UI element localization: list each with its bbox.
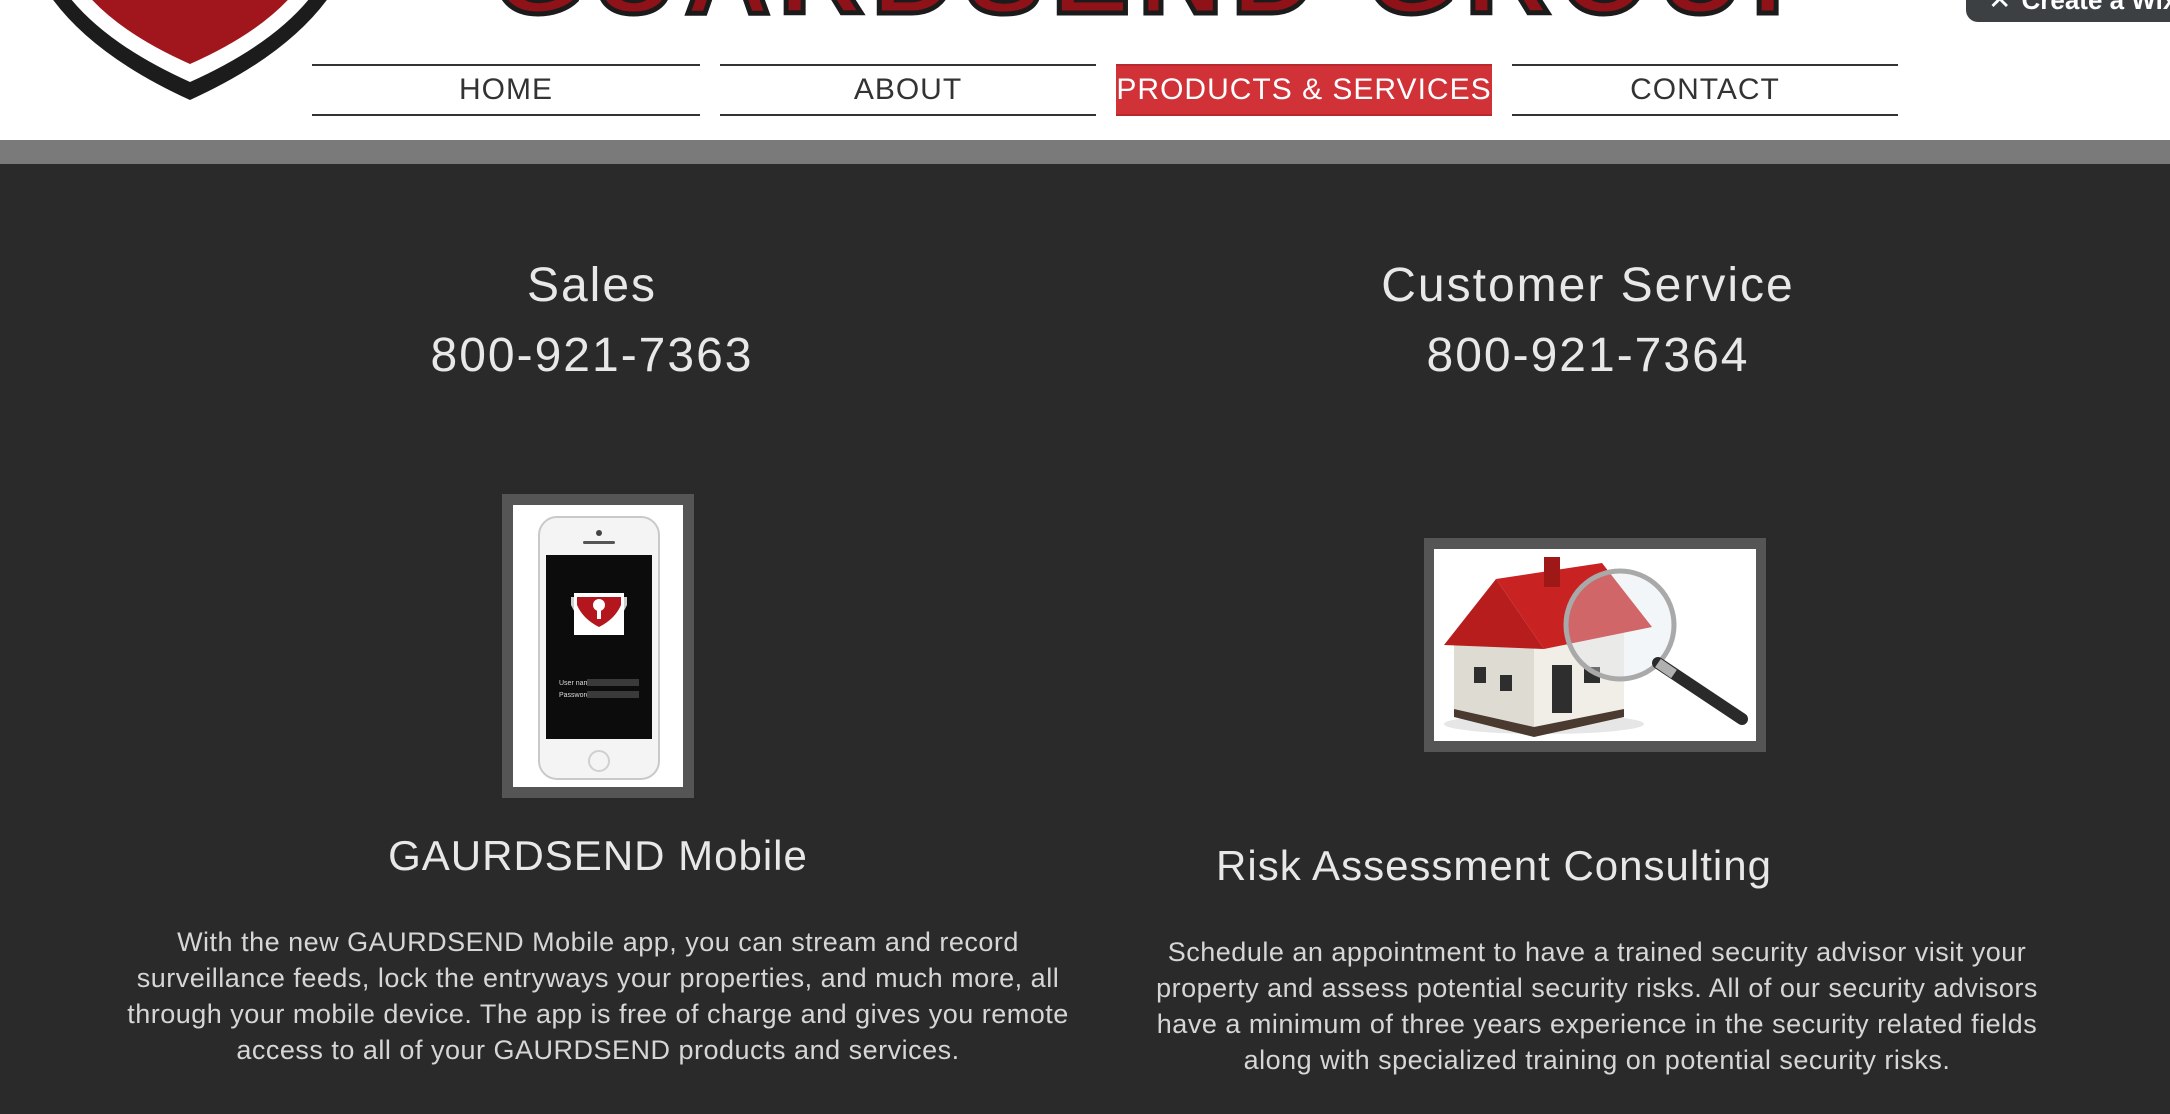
password-label: Password: [559, 692, 590, 699]
nav-about-label: ABOUT: [853, 73, 963, 106]
customer-service-phone[interactable]: 800-921-7364: [1288, 328, 1888, 383]
nav-home-label: HOME: [459, 73, 553, 106]
sales-title: Sales: [526, 259, 658, 312]
brand-name[interactable]: GUARDSEND GROUP: [492, 0, 1972, 20]
nav-contact-label: CONTACT: [1630, 73, 1780, 106]
shield-logo-icon[interactable]: [20, 0, 360, 100]
product-risk-title: Risk Assessment Consulting: [1216, 842, 1772, 889]
nav-about[interactable]: ABOUT: [720, 64, 1096, 116]
nav-contact[interactable]: CONTACT: [1512, 64, 1898, 116]
product-mobile-description: With the new GAURDSEND Mobile app, you c…: [127, 927, 1069, 1065]
nav-products-services[interactable]: PRODUCTS & SERVICES: [1116, 64, 1492, 116]
site-header: GUARDSEND GROUP ✕ Create a Wix HOME ABOUT…: [0, 0, 2170, 140]
nav-products-label: PRODUCTS & SERVICES: [1116, 73, 1492, 106]
close-icon[interactable]: ✕: [1988, 0, 2011, 15]
house-magnifier-image[interactable]: [1424, 538, 1766, 752]
phone-icon: User name Password: [538, 516, 660, 780]
house-magnifier-icon: [1434, 549, 1756, 741]
customer-service-title: Customer Service: [1381, 259, 1795, 312]
header-divider-band: [0, 140, 2170, 164]
sales-phone[interactable]: 800-921-7363: [292, 328, 892, 383]
wix-banner-label: Create a Wix: [2021, 0, 2170, 15]
product-mobile-title: GAURDSEND Mobile: [388, 832, 808, 879]
phone-app-image[interactable]: User name Password: [502, 494, 694, 798]
phone-app-image-inner: User name Password: [513, 505, 683, 787]
product-risk-description: Schedule an appointment to have a traine…: [1156, 937, 2038, 1075]
wix-create-banner[interactable]: ✕ Create a Wix: [1966, 0, 2170, 22]
nav-home[interactable]: HOME: [312, 64, 700, 116]
house-magnifier-image-inner: [1434, 549, 1756, 741]
